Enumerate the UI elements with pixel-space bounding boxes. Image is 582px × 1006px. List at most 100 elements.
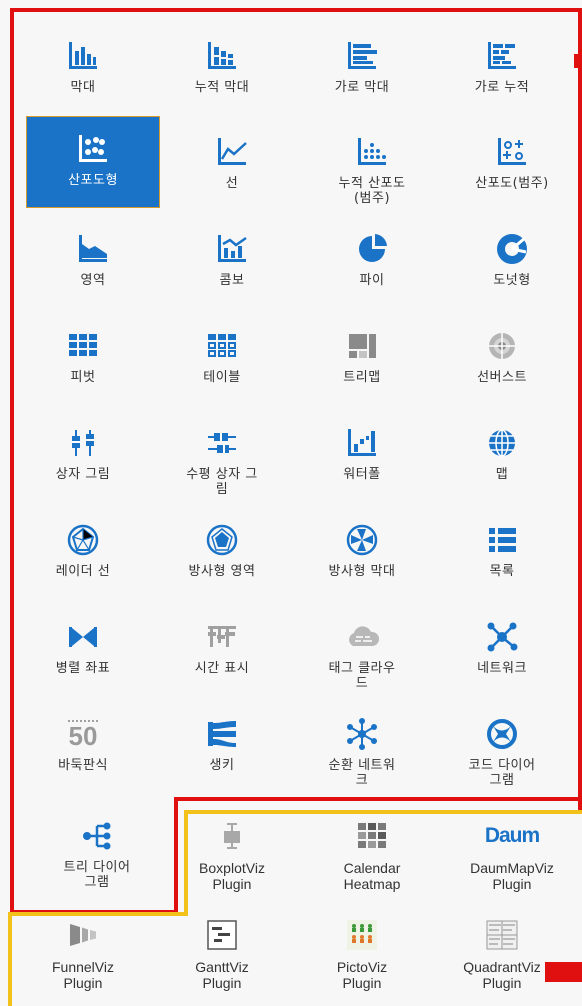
chart-type-boxplot[interactable]: 상자 그림 <box>16 407 150 502</box>
radial-bar-icon <box>344 522 380 558</box>
chart-type-scatter[interactable]: 산포도형 <box>26 116 160 208</box>
chart-type-label: 콤보 <box>219 273 245 288</box>
chart-type-chord-diagram[interactable]: 코드 다이어 그램 <box>435 698 569 793</box>
calendar-heatmap-icon <box>354 818 390 854</box>
chart-type-label: 레이더 선 <box>55 564 111 579</box>
chart-type-line[interactable]: 선 <box>165 116 299 211</box>
chart-type-radar-area[interactable]: 방사형 영역 <box>155 504 289 599</box>
plugin-label: GanttViz Plugin <box>195 959 249 991</box>
combo-icon <box>214 231 250 267</box>
chart-type-parallel-coordinates[interactable]: 병렬 좌표 <box>16 601 150 696</box>
plugin-boxplotviz[interactable]: BoxplotViz Plugin <box>165 800 299 895</box>
plugin-label: BoxplotViz Plugin <box>199 860 265 892</box>
plugin-ganttviz[interactable]: GanttViz Plugin <box>155 901 289 996</box>
chart-type-waterfall[interactable]: 워터폴 <box>295 407 429 502</box>
parallel-coordinates-icon <box>65 619 101 655</box>
picto-icon <box>344 917 380 953</box>
chart-type-radial-bar[interactable]: 방사형 막대 <box>295 504 429 599</box>
tag-cloud-icon <box>344 619 380 655</box>
chart-type-tag-cloud[interactable]: 태그 클라우 드 <box>295 601 429 696</box>
stacked-scatter-icon <box>354 134 390 170</box>
chart-type-label: 선버스트 <box>477 370 527 385</box>
plugin-pictoviz[interactable]: PictoViz Plugin <box>295 901 429 996</box>
chart-type-circular-network[interactable]: 순환 네트워 크 <box>295 698 429 793</box>
chart-type-label: 바둑판식 <box>58 758 108 773</box>
chart-type-label: 병렬 좌표 <box>55 661 111 676</box>
chart-type-tile-number[interactable]: 50 바둑판식 <box>16 698 150 793</box>
chart-type-label: 가로 막대 <box>334 80 390 95</box>
chart-type-stacked-bar[interactable]: 누적 막대 <box>155 20 289 115</box>
chart-type-list[interactable]: 목록 <box>435 504 569 599</box>
tree-diagram-icon <box>79 818 115 854</box>
chart-type-radar-line[interactable]: 레이더 선 <box>16 504 150 599</box>
plugin-funnelviz[interactable]: FunnelViz Plugin <box>16 901 150 996</box>
chart-type-label: 영역 <box>80 273 106 288</box>
chart-type-label: 순환 네트워 크 <box>328 758 396 788</box>
chart-type-network[interactable]: 네트워크 <box>435 601 569 696</box>
tile-number-value: 50 <box>68 720 98 751</box>
chart-type-label: 트리 다이어 그램 <box>63 860 131 890</box>
chart-type-pivot[interactable]: 피벗 <box>16 310 150 405</box>
radar-area-icon <box>204 522 240 558</box>
daum-logo-icon: Daum <box>477 818 547 854</box>
chart-type-sunburst[interactable]: 선버스트 <box>435 310 569 405</box>
network-icon <box>484 619 520 655</box>
chart-type-label: 방사형 영역 <box>188 564 256 579</box>
chart-type-label: 선 <box>225 176 239 191</box>
chart-type-label: 트리맵 <box>343 370 381 385</box>
treemap-icon <box>344 328 380 364</box>
chart-type-pie[interactable]: 파이 <box>305 213 439 308</box>
horizontal-stacked-icon <box>484 38 520 74</box>
gantt-icon <box>204 917 240 953</box>
plugin-label: Calendar Heatmap <box>343 860 401 892</box>
boxplot-icon <box>65 425 101 461</box>
chart-type-label: 파이 <box>359 273 385 288</box>
list-icon <box>484 522 520 558</box>
chart-type-area[interactable]: 영역 <box>26 213 160 308</box>
sunburst-icon <box>484 328 520 364</box>
chart-type-label: 누적 막대 <box>194 80 250 95</box>
quadrant-icon <box>484 917 520 953</box>
chart-type-horizontal-stacked[interactable]: 가로 누적 <box>435 20 569 115</box>
chart-type-treemap[interactable]: 트리맵 <box>295 310 429 405</box>
chart-type-label: 시간 표시 <box>194 661 250 676</box>
circular-network-icon <box>344 716 380 752</box>
chart-type-timeline[interactable]: 시간 표시 <box>155 601 289 696</box>
sankey-icon <box>204 716 240 752</box>
bar-chart-icon <box>65 38 101 74</box>
chart-type-label: 수평 상자 그 림 <box>186 467 258 497</box>
chart-type-donut[interactable]: 도넛형 <box>445 213 579 308</box>
chart-type-horizontal-bar[interactable]: 가로 막대 <box>295 20 429 115</box>
chart-type-table[interactable]: 테이블 <box>155 310 289 405</box>
scatter-icon <box>75 131 111 167</box>
plugin-daummapviz[interactable]: Daum DaumMapViz Plugin <box>445 800 579 895</box>
chart-type-label: 누적 산포도 (범주) <box>338 176 406 206</box>
funnel-icon <box>65 917 101 953</box>
horizontal-bar-icon <box>344 38 380 74</box>
chart-type-label: 도넛형 <box>493 273 531 288</box>
chart-type-horizontal-boxplot[interactable]: 수평 상자 그 림 <box>155 407 289 502</box>
map-globe-icon <box>484 425 520 461</box>
chord-diagram-icon <box>484 716 520 752</box>
chart-type-sankey[interactable]: 생키 <box>155 698 289 793</box>
donut-icon <box>494 231 530 267</box>
chart-type-label: 생키 <box>209 758 235 773</box>
table-icon <box>204 328 240 364</box>
chart-type-label: 코드 다이어 그램 <box>468 758 536 788</box>
chart-type-bar[interactable]: 막대 <box>16 20 150 115</box>
daum-logo-text: Daum <box>484 824 540 847</box>
chart-type-label: 테이블 <box>203 370 241 385</box>
chart-type-scatter-category[interactable]: 산포도(범주) <box>445 116 579 211</box>
annotation-marker-top <box>574 54 582 68</box>
pivot-icon <box>65 328 101 364</box>
chart-type-stacked-scatter[interactable]: 누적 산포도 (범주) <box>305 116 439 211</box>
chart-type-label: 네트워크 <box>477 661 527 676</box>
chart-type-map[interactable]: 맵 <box>435 407 569 502</box>
chart-type-tree-diagram[interactable]: 트리 다이어 그램 <box>30 800 164 895</box>
chart-type-combo[interactable]: 콤보 <box>165 213 299 308</box>
pie-icon <box>354 231 390 267</box>
scatter-category-icon <box>494 134 530 170</box>
chart-type-label: 태그 클라우 드 <box>328 661 396 691</box>
radar-line-icon <box>65 522 101 558</box>
plugin-calendar-heatmap[interactable]: Calendar Heatmap <box>305 800 439 895</box>
